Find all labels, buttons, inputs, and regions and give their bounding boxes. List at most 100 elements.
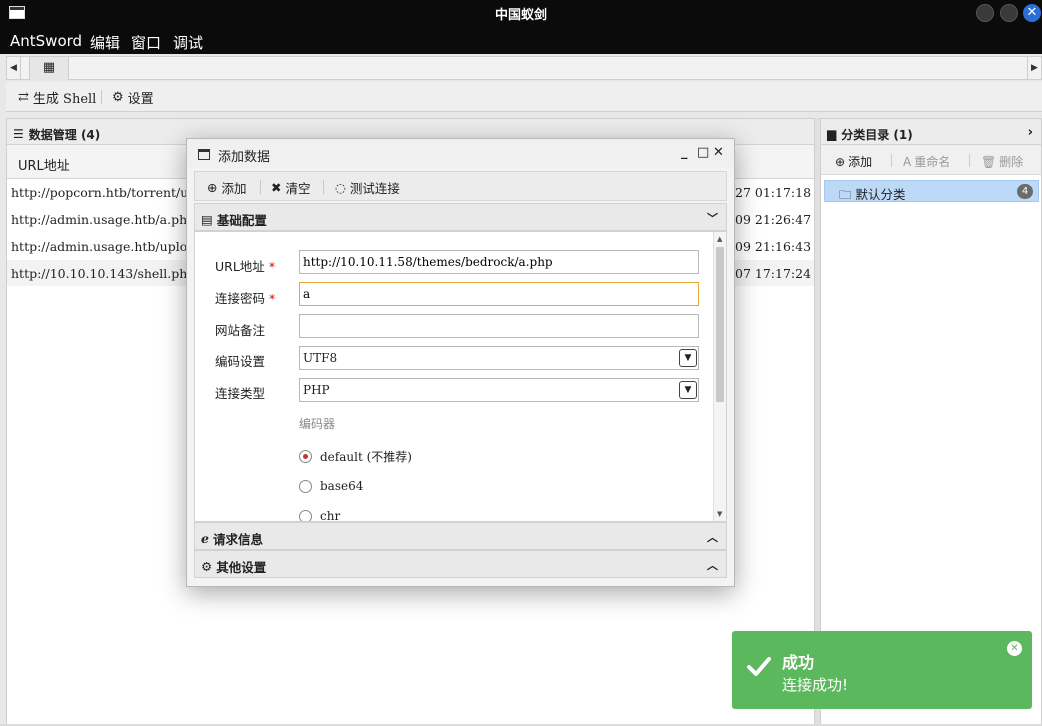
row-url: http://popcorn.htb/torrent/upload/ xyxy=(11,185,187,200)
x-icon: ✖ xyxy=(271,180,282,195)
plus-circle-icon: ⊕ xyxy=(207,180,218,195)
category-item-label: 🗀 默认分类 xyxy=(839,184,906,207)
test-connection-label: 测试连接 xyxy=(349,181,400,196)
plus-circle-icon: ⊕ xyxy=(835,154,846,169)
settings-button[interactable]: ⚙ 设置 xyxy=(112,88,154,107)
password-input[interactable] xyxy=(299,282,699,306)
spinner-icon: ◌ xyxy=(335,180,346,195)
toolbar-divider xyxy=(323,180,324,194)
success-toast: 成功 连接成功! ✕ xyxy=(732,631,1032,709)
tab-home[interactable]: ▦ xyxy=(29,57,69,80)
tab-scroll-left-icon[interactable]: ◀ xyxy=(7,57,21,79)
test-connection-button[interactable]: ◌ 测试连接 xyxy=(335,178,400,197)
encoding-select[interactable]: UTF8 ▼ xyxy=(299,346,699,370)
dialog-add-label: 添加 xyxy=(221,181,247,196)
menu-antsword[interactable]: AntSword xyxy=(10,32,82,50)
section-basic-label: 基础配置 xyxy=(216,213,267,228)
ie-icon: ℯ xyxy=(201,531,209,546)
dialog-toolbar: ⊕ 添加 ✖ 清空 ◌ 测试连接 xyxy=(194,171,727,201)
toast-close-icon[interactable]: ✕ xyxy=(1007,641,1022,656)
rename-category-label: 重命名 xyxy=(914,155,951,169)
scroll-down-icon[interactable]: ▼ xyxy=(717,510,722,518)
maximize-button[interactable] xyxy=(1000,4,1018,22)
chevron-up-icon: ︿ xyxy=(707,531,718,544)
category-toolbar: ⊕ 添加 A 重命名 🗑 删除 xyxy=(821,145,1041,175)
delete-category-label: 删除 xyxy=(999,155,1024,169)
row-url: http://admin.usage.htb/uploads/im xyxy=(11,239,187,254)
row-time: 07 17:17:24 xyxy=(735,266,812,281)
main-toolbar: ⇄ 生成 Shell ⚙ 设置 xyxy=(6,82,1042,112)
form-scrollbar[interactable]: ▲ ▼ xyxy=(713,232,726,521)
password-label-text: 连接密码 xyxy=(215,291,266,306)
generate-shell-label: 生成 Shell xyxy=(32,92,97,107)
password-field-label: 连接密码 * xyxy=(215,291,276,306)
connection-type-select[interactable]: PHP ▼ xyxy=(299,378,699,402)
menu-bar: AntSword 编辑 窗口 调试 xyxy=(0,26,1042,54)
section-basic-config[interactable]: ▤ 基础配置 ﹀ xyxy=(194,203,727,231)
category-count-badge: 4 xyxy=(1017,184,1033,199)
note-field-label: 网站备注 xyxy=(215,323,266,338)
row-time: 27 01:17:18 xyxy=(735,185,812,200)
add-category-button[interactable]: ⊕ 添加 xyxy=(835,153,872,170)
delete-category-button[interactable]: 🗑 删除 xyxy=(981,153,1023,170)
menu-debug[interactable]: 调试 xyxy=(173,32,203,53)
category-label-text: 默认分类 xyxy=(855,187,906,202)
data-panel-title: 数据管理 (4) xyxy=(28,127,101,142)
trash-icon: 🗑 xyxy=(981,154,997,169)
folder-icon: ▆ xyxy=(827,127,837,141)
category-panel-header: ▆ 分类目录 (1) › xyxy=(821,119,1041,145)
font-icon: A xyxy=(903,154,912,169)
menu-window[interactable]: 窗口 xyxy=(131,32,161,53)
menu-edit[interactable]: 编辑 xyxy=(90,32,120,53)
section-other-label: 其他设置 xyxy=(216,560,267,575)
section-other-settings[interactable]: ⚙ 其他设置 ︿ xyxy=(194,550,727,578)
category-item-default[interactable]: 🗀 默认分类 4 xyxy=(824,180,1039,202)
toast-title: 成功 xyxy=(782,653,815,672)
scrollbar-thumb[interactable] xyxy=(716,247,724,402)
dialog-minimize-icon[interactable]: _ xyxy=(681,145,688,160)
encoder-option-label: base64 xyxy=(320,479,364,493)
column-url[interactable]: URL地址 xyxy=(18,155,70,174)
encoder-option-default[interactable]: default (不推荐) xyxy=(299,448,412,465)
minimize-button[interactable] xyxy=(976,4,994,22)
scroll-up-icon[interactable]: ▲ xyxy=(717,235,722,243)
grid-icon: ▦ xyxy=(42,60,56,75)
close-window-button[interactable]: ✕ xyxy=(1023,4,1041,22)
dialog-maximize-icon[interactable]: □ xyxy=(697,145,709,160)
dialog-titlebar[interactable]: 添加数据 _ □ ✕ xyxy=(187,139,734,168)
note-input[interactable] xyxy=(299,314,699,338)
dialog-close-icon[interactable]: ✕ xyxy=(713,145,724,160)
tab-scroll-right-icon[interactable]: ▶ xyxy=(1027,57,1041,79)
chevron-down-icon: ▼ xyxy=(679,381,697,399)
toolbar-divider xyxy=(260,180,261,194)
chevron-right-icon[interactable]: › xyxy=(1028,125,1033,140)
encoding-value: UTF8 xyxy=(303,351,338,365)
basic-config-form: URL地址* 连接密码* 网站备注 编码设置 UTF8 ▼ 连接类型 PHP ▼… xyxy=(194,231,727,522)
dialog-clear-button[interactable]: ✖ 清空 xyxy=(271,178,311,197)
radio-selected-icon xyxy=(299,450,312,463)
row-url: http://admin.usage.htb/a.php xyxy=(11,212,187,227)
add-category-label: 添加 xyxy=(848,155,873,169)
folder-open-icon: 🗀 xyxy=(839,187,856,202)
toast-message: 连接成功! xyxy=(782,676,849,694)
gear-icon: ⚙ xyxy=(112,90,124,105)
dialog-window-icon xyxy=(198,149,210,160)
add-data-dialog: 添加数据 _ □ ✕ ⊕ 添加 ✖ 清空 ◌ 测试连接 ▤ 基础配置 ﹀ URL… xyxy=(186,138,735,587)
dialog-add-button[interactable]: ⊕ 添加 xyxy=(207,178,247,197)
radio-icon xyxy=(299,509,312,521)
section-request-info[interactable]: ℯ 请求信息 ︿ xyxy=(194,522,727,550)
chevron-down-icon: ▼ xyxy=(679,349,697,367)
rename-category-button[interactable]: A 重命名 xyxy=(903,153,950,170)
encoder-option-label: chr xyxy=(320,509,341,522)
row-url: http://10.10.10.143/shell.php xyxy=(11,266,187,281)
dialog-clear-label: 清空 xyxy=(285,181,311,196)
window-title: 中国蚁剑 xyxy=(494,8,547,23)
chevron-down-icon: ﹀ xyxy=(707,212,718,225)
generate-shell-button[interactable]: ⇄ 生成 Shell xyxy=(18,88,96,107)
row-time: 09 21:16:43 xyxy=(735,239,812,254)
encoder-option-base64[interactable]: base64 xyxy=(299,479,363,493)
url-input[interactable] xyxy=(299,250,699,274)
encoder-option-chr[interactable]: chr xyxy=(299,509,341,522)
encoding-field-label: 编码设置 xyxy=(215,354,266,369)
connection-type-value: PHP xyxy=(303,383,330,397)
